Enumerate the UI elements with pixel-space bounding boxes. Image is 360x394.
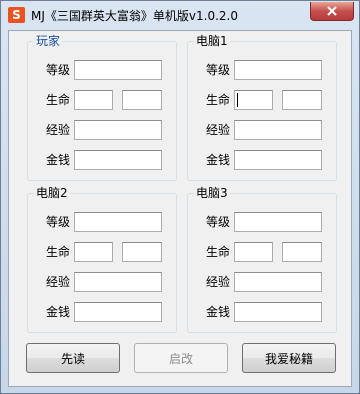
level-label: 等级: [205, 63, 230, 77]
computer1-life-current-input[interactable]: [234, 90, 273, 110]
app-logo-icon: S: [8, 7, 25, 23]
player-group-title: 玩家: [34, 34, 63, 48]
computer2-exp-input[interactable]: [74, 272, 162, 292]
player-exp-input[interactable]: [74, 120, 162, 140]
money-label: 金钱: [205, 305, 230, 319]
computer1-exp-input[interactable]: [234, 120, 322, 140]
life-label: 生命: [205, 245, 230, 259]
player-level-input[interactable]: [74, 60, 162, 80]
computer3-life-max-input[interactable]: [282, 242, 322, 262]
exp-label: 经验: [205, 123, 230, 137]
app-window: S MJ《三国群英大富翁》单机版v1.0.2.0 玩家 等级 生命 经验 金钱 …: [0, 0, 360, 394]
computer3-group-title: 电脑3: [194, 186, 230, 200]
computer2-life-max-input[interactable]: [122, 242, 162, 262]
computer2-group: 电脑2 等级 生命 经验 金钱: [27, 186, 177, 333]
start-edit-button[interactable]: 启改: [134, 343, 228, 373]
money-label: 金钱: [45, 153, 70, 167]
cheats-button[interactable]: 我爱秘籍: [242, 343, 336, 373]
computer2-level-input[interactable]: [74, 212, 162, 232]
read-button[interactable]: 先读: [26, 343, 120, 373]
computer2-life-current-input[interactable]: [74, 242, 113, 262]
level-label: 等级: [45, 215, 70, 229]
money-label: 金钱: [45, 305, 70, 319]
life-label: 生命: [45, 245, 70, 259]
life-label: 生命: [205, 93, 230, 107]
close-icon: [327, 6, 337, 16]
computer3-exp-input[interactable]: [234, 272, 322, 292]
exp-label: 经验: [205, 275, 230, 289]
player-group: 玩家 等级 生命 经验 金钱: [27, 34, 177, 181]
title-bar[interactable]: S MJ《三国群英大富翁》单机版v1.0.2.0: [1, 1, 359, 29]
computer3-group: 电脑3 等级 生命 经验 金钱: [187, 186, 337, 333]
computer1-group: 电脑1 等级 生命 经验 金钱: [187, 34, 337, 181]
computer1-money-input[interactable]: [234, 150, 322, 170]
player-life-current-input[interactable]: [74, 90, 113, 110]
computer3-money-input[interactable]: [234, 302, 322, 322]
exp-label: 经验: [45, 123, 70, 137]
text-caret: [237, 93, 238, 107]
life-label: 生命: [45, 93, 70, 107]
level-label: 等级: [45, 63, 70, 77]
client-area: 玩家 等级 生命 经验 金钱 电脑1 等级 生命 经验 金钱 电脑2 等级 生命…: [8, 30, 352, 387]
computer1-group-title: 电脑1: [194, 34, 230, 48]
computer1-level-input[interactable]: [234, 60, 322, 80]
computer1-life-max-input[interactable]: [282, 90, 322, 110]
player-money-input[interactable]: [74, 150, 162, 170]
computer2-group-title: 电脑2: [34, 186, 70, 200]
level-label: 等级: [205, 215, 230, 229]
computer3-life-current-input[interactable]: [234, 242, 273, 262]
exp-label: 经验: [45, 275, 70, 289]
window-title: MJ《三国群英大富翁》单机版v1.0.2.0: [31, 9, 238, 23]
player-life-max-input[interactable]: [122, 90, 162, 110]
close-button[interactable]: [310, 2, 354, 21]
computer3-level-input[interactable]: [234, 212, 322, 232]
computer2-money-input[interactable]: [74, 302, 162, 322]
money-label: 金钱: [205, 153, 230, 167]
